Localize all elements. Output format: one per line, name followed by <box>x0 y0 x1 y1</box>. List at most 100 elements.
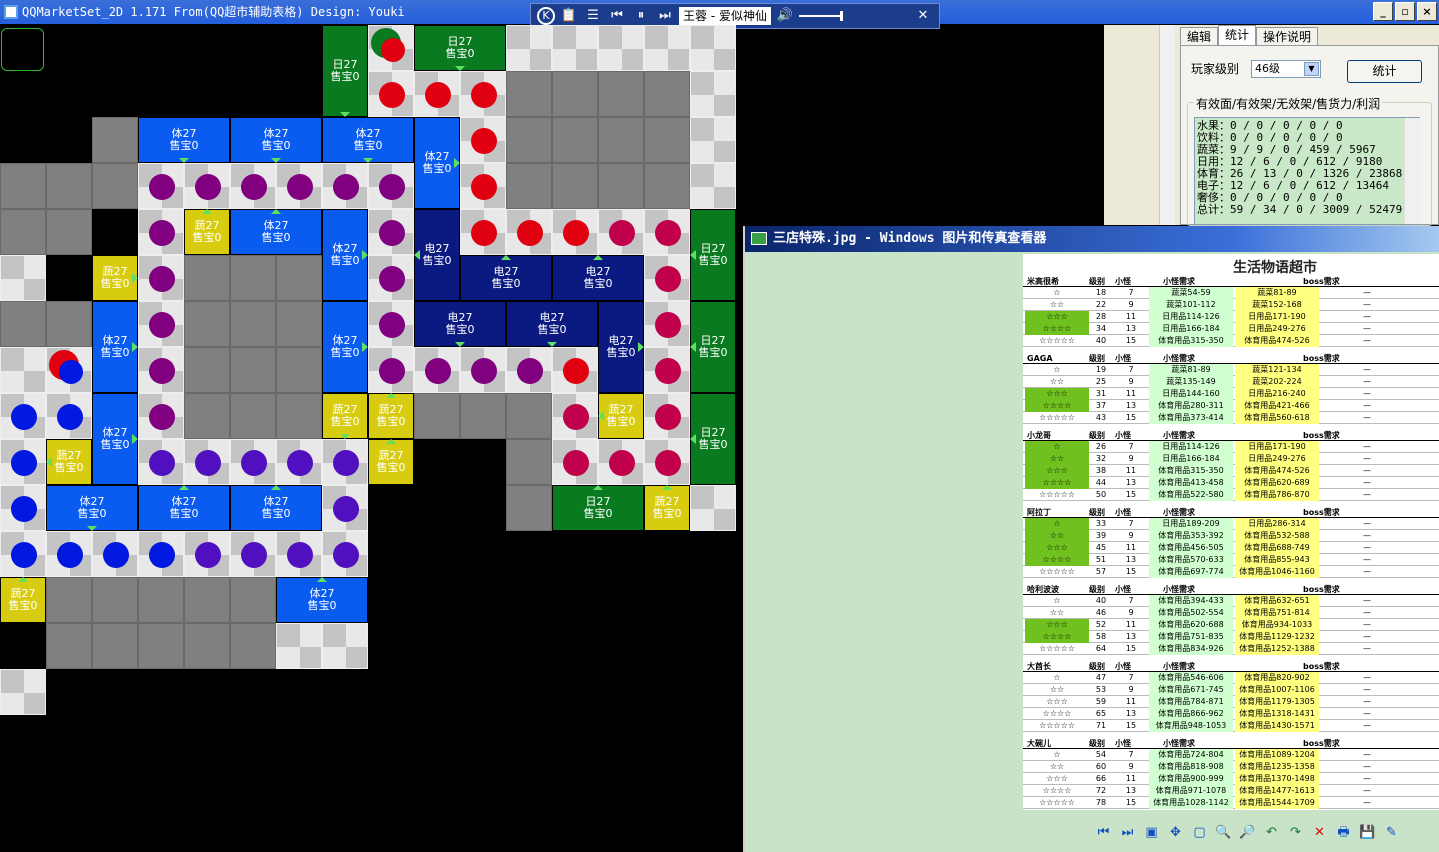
start-marker[interactable] <box>1 28 44 71</box>
goods-slot[interactable] <box>46 531 92 577</box>
player-close-icon[interactable]: ✕ <box>913 6 933 26</box>
goods-slot[interactable] <box>460 117 506 163</box>
shelf[interactable]: 体27 售宝0 <box>322 301 368 393</box>
goods-slot[interactable] <box>230 531 276 577</box>
goods-slot[interactable] <box>92 531 138 577</box>
shelf[interactable]: 蔬27 售宝0 <box>368 393 414 439</box>
minimize-button[interactable]: _ <box>1373 2 1393 21</box>
playlist-file-icon[interactable]: 📋 <box>559 6 579 26</box>
shelf[interactable]: 电27 售宝0 <box>414 209 460 301</box>
goods-slot[interactable] <box>322 439 368 485</box>
goods-slot[interactable] <box>368 71 414 117</box>
goods-slot[interactable] <box>322 163 368 209</box>
shelf[interactable]: 体27 售宝0 <box>414 117 460 209</box>
goods-slot[interactable] <box>414 71 460 117</box>
stats-scrollbar[interactable] <box>1404 118 1420 224</box>
chevron-down-icon[interactable]: ▼ <box>1304 62 1319 76</box>
goods-slot[interactable] <box>0 531 46 577</box>
shelf[interactable]: 体27 售宝0 <box>46 485 138 531</box>
slideshow-icon[interactable]: ▢ <box>1191 824 1208 841</box>
delete-icon[interactable]: ✕ <box>1311 824 1328 841</box>
edit-icon[interactable]: ✎ <box>1383 824 1400 841</box>
goods-slot[interactable] <box>276 439 322 485</box>
shelf[interactable]: 体27 售宝0 <box>322 209 368 301</box>
goods-slot[interactable] <box>368 209 414 255</box>
volume-icon[interactable]: 🔊 <box>775 6 795 26</box>
goods-slot[interactable] <box>138 393 184 439</box>
shelf[interactable]: 体27 售宝0 <box>92 301 138 393</box>
maximize-button[interactable]: ▫ <box>1395 2 1415 21</box>
goods-slot[interactable] <box>644 439 690 485</box>
goods-slot[interactable] <box>368 25 414 71</box>
goods-slot[interactable] <box>460 163 506 209</box>
zoom-out-icon[interactable]: 🔎 <box>1239 824 1256 841</box>
shelf[interactable]: 体27 售宝0 <box>138 485 230 531</box>
goods-slot[interactable] <box>138 439 184 485</box>
rotate-right-icon[interactable]: ↷ <box>1287 824 1304 841</box>
shelf[interactable]: 蔬27 售宝0 <box>46 439 92 485</box>
goods-slot[interactable] <box>552 347 598 393</box>
goods-slot[interactable] <box>644 255 690 301</box>
actual-size-icon[interactable]: ✥ <box>1167 824 1184 841</box>
goods-slot[interactable] <box>414 347 460 393</box>
goods-slot[interactable] <box>552 393 598 439</box>
shelf[interactable]: 蔬27 售宝0 <box>644 485 690 531</box>
shelf[interactable]: 日27 售宝0 <box>690 301 736 393</box>
goods-slot[interactable] <box>506 209 552 255</box>
playlist-menu-icon[interactable]: ☰ <box>583 6 603 26</box>
goods-slot[interactable] <box>644 301 690 347</box>
shelf[interactable]: 日27 售宝0 <box>690 209 736 301</box>
goods-slot[interactable] <box>138 347 184 393</box>
goods-slot[interactable] <box>0 439 46 485</box>
close-button[interactable]: × <box>1417 2 1437 21</box>
shelf[interactable]: 日27 售宝0 <box>690 393 736 485</box>
goods-slot[interactable] <box>644 393 690 439</box>
goods-slot[interactable] <box>138 301 184 347</box>
goods-slot[interactable] <box>368 255 414 301</box>
shelf[interactable]: 日27 售宝0 <box>552 485 644 531</box>
shelf[interactable]: 体27 售宝0 <box>230 117 322 163</box>
goods-slot[interactable] <box>276 531 322 577</box>
goods-slot[interactable] <box>138 209 184 255</box>
volume-slider[interactable] <box>798 11 843 21</box>
goods-slot[interactable] <box>46 347 92 393</box>
stat-button[interactable]: 统计 <box>1347 60 1422 83</box>
goods-slot[interactable] <box>460 71 506 117</box>
save-icon[interactable]: 💾 <box>1359 824 1376 841</box>
goods-slot[interactable] <box>138 163 184 209</box>
goods-slot[interactable] <box>460 209 506 255</box>
goods-slot[interactable] <box>368 301 414 347</box>
goods-slot[interactable] <box>506 347 552 393</box>
goods-slot[interactable] <box>460 347 506 393</box>
shelf[interactable]: 日27 售宝0 <box>414 25 506 71</box>
goods-slot[interactable] <box>230 439 276 485</box>
best-fit-icon[interactable]: ▣ <box>1143 824 1160 841</box>
previous-image-icon[interactable]: ⏮ <box>1095 824 1112 841</box>
goods-slot[interactable] <box>368 163 414 209</box>
shelf[interactable]: 日27 售宝0 <box>322 25 368 117</box>
goods-slot[interactable] <box>184 531 230 577</box>
shelf[interactable]: 电27 售宝0 <box>598 301 644 393</box>
goods-slot[interactable] <box>644 347 690 393</box>
shelf[interactable]: 蔬27 售宝0 <box>322 393 368 439</box>
previous-track-icon[interactable]: ⏮ <box>607 6 627 26</box>
tab-stats[interactable]: 统计 <box>1218 25 1257 46</box>
goods-slot[interactable] <box>138 531 184 577</box>
player-logo-icon[interactable]: K <box>537 7 555 25</box>
rotate-left-icon[interactable]: ↶ <box>1263 824 1280 841</box>
shelf[interactable]: 体27 售宝0 <box>138 117 230 163</box>
goods-slot[interactable] <box>552 209 598 255</box>
shelf[interactable]: 电27 售宝0 <box>414 301 506 347</box>
goods-slot[interactable] <box>0 485 46 531</box>
goods-slot[interactable] <box>322 531 368 577</box>
shelf[interactable]: 电27 售宝0 <box>506 301 598 347</box>
shelf[interactable]: 蔬27 售宝0 <box>92 255 138 301</box>
shelf[interactable]: 体27 售宝0 <box>276 577 368 623</box>
goods-slot[interactable] <box>230 163 276 209</box>
shelf[interactable]: 蔬27 售宝0 <box>368 439 414 485</box>
zoom-in-icon[interactable]: 🔍 <box>1215 824 1232 841</box>
stats-text[interactable]: 水果：0 / 0 / 0 / 0 / 0 饮料：0 / 0 / 0 / 0 / … <box>1194 117 1420 225</box>
goods-slot[interactable] <box>368 347 414 393</box>
level-select[interactable]: 46级 ▼ <box>1251 60 1321 78</box>
shelf[interactable]: 蔬27 售宝0 <box>598 393 644 439</box>
